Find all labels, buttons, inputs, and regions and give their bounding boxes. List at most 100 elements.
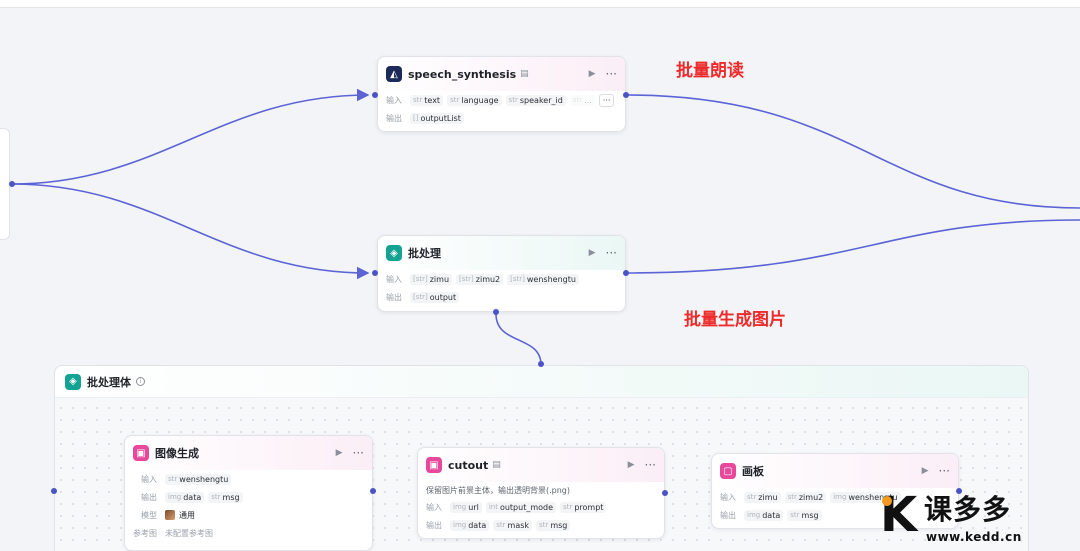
- run-icon[interactable]: ▶: [628, 460, 635, 470]
- wire-start-to-speech: [11, 88, 370, 185]
- wire-start-to-batch: [11, 183, 370, 280]
- brand-watermark: K 课多多 www.kedd.cn: [880, 487, 1080, 551]
- param-tag: str...: [569, 94, 595, 106]
- run-icon[interactable]: ▶: [589, 69, 596, 79]
- node-title: speech_synthesis: [408, 67, 517, 81]
- cutout-node[interactable]: ▣ cutout ▤ ▶ ··· 保留图片前景主体，输出透明背景(.png) 输…: [417, 447, 665, 539]
- node-description: 保留图片前景主体，输出透明背景(.png): [426, 485, 571, 495]
- info-icon[interactable]: i: [136, 377, 145, 386]
- node-header: ◈ 批处理 ▶ ···: [378, 236, 625, 270]
- more-icon[interactable]: ···: [606, 67, 617, 81]
- speech-plugin-icon: ◭: [386, 66, 402, 82]
- param-tag: img data: [744, 509, 784, 521]
- plugin-badge-icon: ▤: [492, 460, 501, 470]
- cutout-icon: ▣: [426, 457, 442, 473]
- param-tag: str zimu: [744, 491, 781, 503]
- image-icon: ▣: [133, 445, 149, 461]
- body-top-port[interactable]: [538, 361, 544, 367]
- node-header: ▣ cutout ▤ ▶ ···: [418, 448, 664, 482]
- canvas-icon: ▢: [720, 463, 736, 479]
- container-title: 批处理体: [87, 375, 131, 389]
- more-icon[interactable]: ···: [939, 464, 950, 478]
- param-tag: int output_mode: [485, 501, 557, 513]
- param-tag: str speaker_id: [505, 94, 566, 106]
- more-icon[interactable]: ···: [645, 458, 656, 472]
- output-label: 输出: [141, 492, 157, 502]
- reference-label: 参考图: [133, 528, 157, 538]
- output-row: 输出 [str] output: [378, 288, 625, 306]
- param-tag: [str] wenshengtu: [507, 273, 579, 285]
- input-label: 输入: [386, 274, 402, 284]
- input-label: 输入: [386, 95, 402, 105]
- image-output-port[interactable]: [370, 488, 376, 494]
- output-row: 输出 img data str mask str msg: [418, 516, 664, 534]
- input-row: 输入 [str] zimu [str] zimu2 [str] wenshengtu: [378, 270, 625, 288]
- output-label: 输出: [386, 113, 402, 123]
- container-header: ◈ 批处理体 i: [55, 366, 1028, 398]
- output-label: 输出: [386, 292, 402, 302]
- batch-layers-icon: ◈: [65, 373, 81, 390]
- brand-url: www.kedd.cn: [926, 530, 1022, 544]
- start-output-port[interactable]: [9, 181, 15, 187]
- param-tag: img url: [450, 501, 482, 513]
- plugin-badge-icon: ▤: [520, 69, 529, 79]
- node-header: ◭ speech_synthesis ▤ ▶ ···: [378, 57, 625, 91]
- annotation-batch-read: 批量朗读: [676, 61, 744, 81]
- speech-synthesis-node[interactable]: ◭ speech_synthesis ▤ ▶ ··· 输入 str text st…: [377, 56, 626, 132]
- model-avatar-icon: [165, 510, 175, 520]
- wire-batch-to-end: [626, 219, 1080, 274]
- batch-output-port[interactable]: [623, 270, 629, 276]
- model-value: 通用: [179, 510, 195, 520]
- node-title: 批处理: [408, 247, 441, 260]
- output-label: 输出: [426, 520, 442, 530]
- speech-output-port[interactable]: [623, 92, 629, 98]
- param-tag: str msg: [208, 491, 243, 503]
- output-label: 输出: [720, 510, 736, 520]
- batch-body-port[interactable]: [493, 309, 499, 315]
- output-row: 输出 img data str msg: [125, 488, 372, 506]
- body-left-port[interactable]: [51, 488, 57, 494]
- batch-input-port[interactable]: [372, 270, 378, 276]
- run-icon[interactable]: ▶: [589, 248, 596, 258]
- input-row: 输入 img url int output_mode str prompt: [418, 498, 664, 516]
- input-label: 输入: [426, 502, 442, 512]
- param-tag: [str] zimu2: [456, 273, 504, 285]
- run-icon[interactable]: ▶: [922, 466, 929, 476]
- input-label: 输入: [720, 492, 736, 502]
- node-header: ▣ 图像生成 ▶ ···: [125, 436, 372, 470]
- input-row: 输入 str text str language str speaker_id str…: [378, 91, 625, 109]
- node-title: 图像生成: [155, 447, 199, 460]
- more-icon[interactable]: ···: [353, 446, 364, 460]
- reference-value: 未配置参考图: [165, 528, 213, 538]
- annotation-batch-image: 批量生成图片: [684, 310, 786, 330]
- batch-layers-icon: ◈: [386, 245, 402, 261]
- more-params-button[interactable]: ···: [598, 93, 615, 107]
- node-title: 画板: [742, 465, 764, 478]
- model-row: 模型 通用: [125, 506, 372, 524]
- param-tag: str wenshengtu: [165, 473, 232, 485]
- input-row: 输入 str wenshengtu: [125, 470, 372, 488]
- param-tag: str language: [447, 94, 502, 106]
- wire-batch-to-body: [495, 313, 542, 365]
- image-generation-node[interactable]: ▣ 图像生成 ▶ ··· 输入 str wenshengtu 输出 img data…: [124, 435, 373, 551]
- param-tag: str msg: [787, 509, 822, 521]
- param-tag: str prompt: [560, 501, 607, 513]
- run-icon[interactable]: ▶: [336, 448, 343, 458]
- param-tag: str msg: [536, 519, 571, 531]
- param-tag: [str] output: [410, 291, 460, 303]
- param-tag: [str] zimu: [410, 273, 453, 285]
- param-tag: str text: [410, 94, 444, 106]
- batch-node[interactable]: ◈ 批处理 ▶ ··· 输入 [str] zimu [str] zimu2 [str…: [377, 235, 626, 312]
- speech-input-port[interactable]: [372, 92, 378, 98]
- node-header: ▢ 画板 ▶ ···: [712, 454, 958, 488]
- param-tag: str mask: [493, 519, 533, 531]
- param-tag: [] outputList: [410, 112, 464, 124]
- param-tag: img data: [165, 491, 205, 503]
- model-label: 模型: [141, 510, 157, 520]
- node-title: cutout: [448, 458, 489, 472]
- input-label: 输入: [141, 474, 157, 484]
- wire-speech-to-end: [626, 94, 1080, 209]
- brand-logo-icon: K: [880, 487, 918, 543]
- cutout-output-port[interactable]: [662, 490, 668, 496]
- more-icon[interactable]: ···: [606, 246, 617, 260]
